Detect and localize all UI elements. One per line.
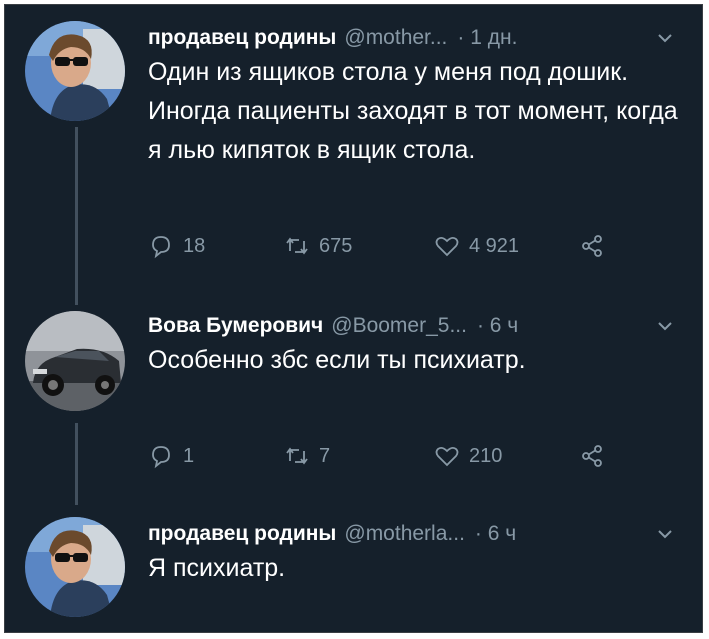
- tweet-header: продавец родины @motherla... · 6 ч: [148, 517, 682, 551]
- tweet-header: Вова Бумерович @Boomer_5... · 6 ч: [148, 309, 682, 343]
- tweet-actions: 18 675 4 921: [148, 231, 605, 261]
- tweet[interactable]: продавец родины @mother... · 1 дн. Один …: [5, 21, 702, 271]
- author-handle[interactable]: @Boomer_5...: [331, 314, 467, 338]
- avatar-image-icon: [25, 311, 125, 411]
- tweet-text: Один из ящиков стола у меня под дошик. И…: [148, 58, 678, 164]
- avatar-image-icon: [25, 517, 125, 617]
- tweet[interactable]: Вова Бумерович @Boomer_5... · 6 ч Особен…: [5, 309, 702, 479]
- share-icon: [582, 445, 602, 467]
- author-name[interactable]: Вова Бумерович: [148, 314, 323, 338]
- share-icon: [582, 235, 602, 257]
- author-handle[interactable]: @mother...: [344, 26, 447, 50]
- retweet-icon: [286, 237, 308, 255]
- timeline: продавец родины @mother... · 1 дн. Один …: [4, 4, 703, 633]
- retweet-button[interactable]: 7: [284, 443, 434, 469]
- chevron-down-icon[interactable]: [656, 317, 674, 335]
- retweet-button[interactable]: 675: [284, 233, 434, 259]
- chevron-down-icon[interactable]: [656, 525, 674, 543]
- like-count: 4 921: [469, 234, 520, 257]
- author-name[interactable]: продавец родины: [148, 26, 336, 50]
- timestamp[interactable]: · 1 дн.: [457, 26, 517, 50]
- tweet-text: Я психиатр.: [148, 554, 286, 582]
- heart-icon: [435, 446, 459, 467]
- reply-icon: [152, 236, 170, 259]
- reply-button[interactable]: 1: [148, 443, 284, 469]
- retweet-icon: [286, 447, 308, 465]
- avatar[interactable]: [25, 21, 125, 121]
- share-button[interactable]: [579, 443, 605, 469]
- tweet-text: Особенно збс если ты психиатр.: [148, 346, 526, 374]
- timestamp[interactable]: · 6 ч: [477, 314, 518, 338]
- reply-icon: [152, 446, 170, 469]
- tweet[interactable]: продавец родины @motherla... · 6 ч Я пси…: [5, 517, 702, 627]
- retweet-count: 7: [319, 444, 331, 467]
- avatar-image-icon: [25, 21, 125, 121]
- heart-icon: [435, 236, 459, 257]
- tweet-actions: 1 7 210: [148, 441, 605, 471]
- reply-count: 18: [183, 234, 206, 257]
- reply-count: 1: [183, 444, 195, 467]
- like-button[interactable]: 4 921: [434, 233, 579, 259]
- retweet-count: 675: [319, 234, 353, 257]
- reply-button[interactable]: 18: [148, 233, 284, 259]
- author-name[interactable]: продавец родины: [148, 522, 336, 546]
- like-button[interactable]: 210: [434, 443, 579, 469]
- author-handle[interactable]: @motherla...: [344, 522, 465, 546]
- avatar[interactable]: [25, 311, 125, 411]
- share-button[interactable]: [579, 233, 605, 259]
- tweet-header: продавец родины @mother... · 1 дн.: [148, 21, 682, 55]
- avatar[interactable]: [25, 517, 125, 617]
- chevron-down-icon[interactable]: [656, 29, 674, 47]
- timestamp[interactable]: · 6 ч: [475, 522, 516, 546]
- like-count: 210: [469, 444, 503, 467]
